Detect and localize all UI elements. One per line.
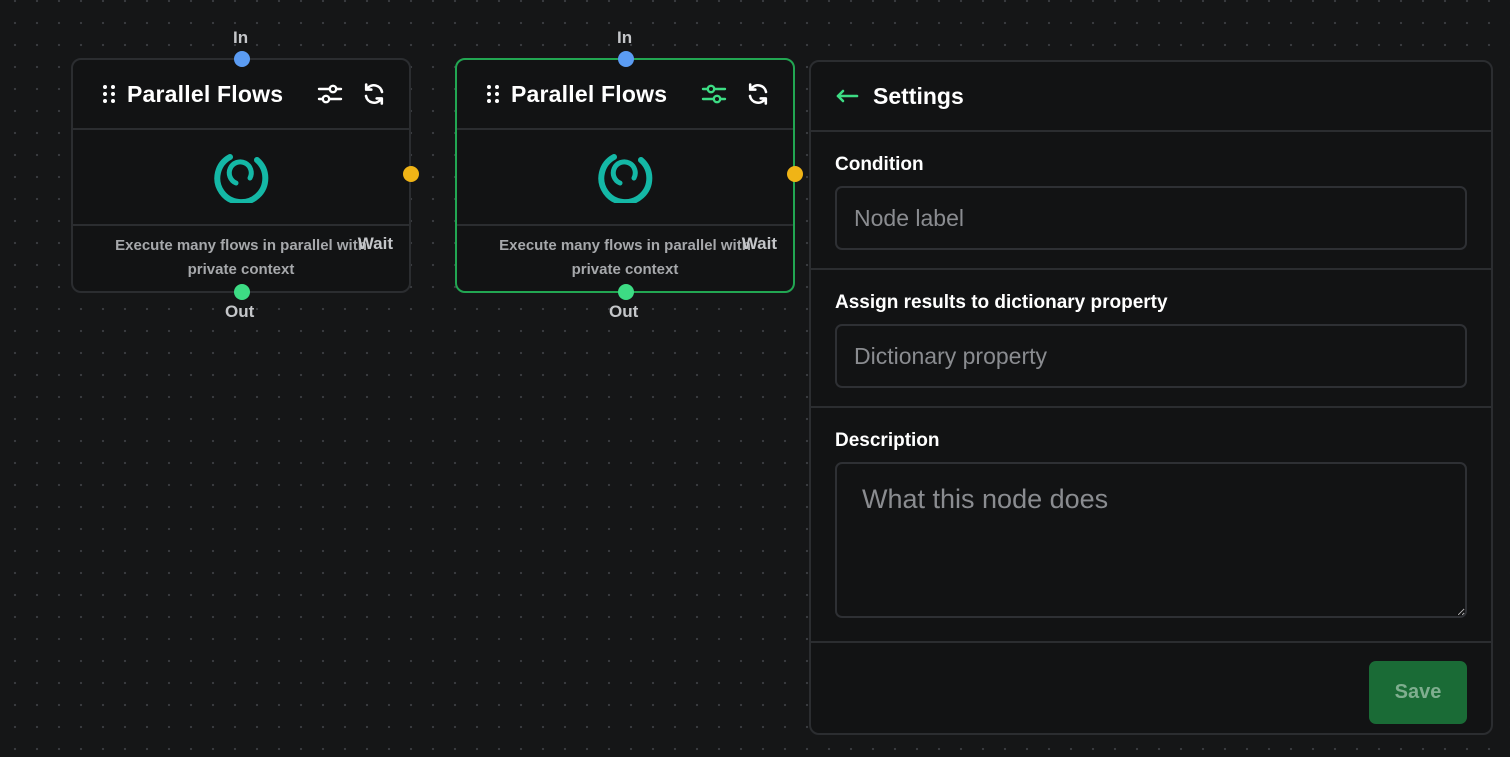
wait-port[interactable] [403,166,419,182]
sliders-icon[interactable] [317,81,343,107]
description-section: Description [811,408,1491,643]
wait-port-label: Wait [357,234,393,253]
dictionary-property-input[interactable] [835,324,1467,388]
condition-label: Condition [835,154,924,175]
out-port-label: Out [609,302,639,321]
drag-handle-icon[interactable] [103,85,115,103]
parallel-flows-icon [213,147,269,208]
parallel-flows-node[interactable]: In Parallel Flows Wait Execute many flow… [71,28,419,321]
wait-port-label: Wait [741,234,777,253]
settings-title: Settings [873,82,964,109]
description-textarea[interactable] [835,462,1467,618]
settings-panel: Settings Condition Assign results to dic… [809,60,1493,735]
assign-section: Assign results to dictionary property [811,270,1491,408]
condition-section: Condition [811,132,1491,270]
node-header: Parallel Flows [73,60,409,130]
node-title: Parallel Flows [511,80,668,107]
save-button[interactable]: Save [1369,661,1467,724]
node-body: Wait [457,130,793,253]
description-label: Description [835,430,940,451]
node-header: Parallel Flows [457,60,793,130]
refresh-icon[interactable] [745,81,771,107]
refresh-icon[interactable] [361,81,387,107]
in-port-label: In [617,28,633,47]
node-title: Parallel Flows [127,80,284,107]
arrow-left-icon[interactable] [835,88,859,104]
wait-port[interactable] [787,166,803,182]
condition-input[interactable] [835,186,1467,250]
out-port[interactable] [618,284,634,300]
parallel-flows-icon [597,147,653,208]
settings-header: Settings [811,62,1491,132]
out-port[interactable] [234,284,250,300]
parallel-flows-node-selected[interactable]: In Parallel Flows Wait Execute many flow… [455,28,803,321]
node-body: Wait [73,130,409,253]
assign-label: Assign results to dictionary property [835,292,1168,313]
out-port-label: Out [225,302,255,321]
sliders-icon[interactable] [701,81,727,107]
drag-handle-icon[interactable] [487,85,499,103]
settings-footer: Save [811,643,1491,739]
in-port-label: In [233,28,249,47]
